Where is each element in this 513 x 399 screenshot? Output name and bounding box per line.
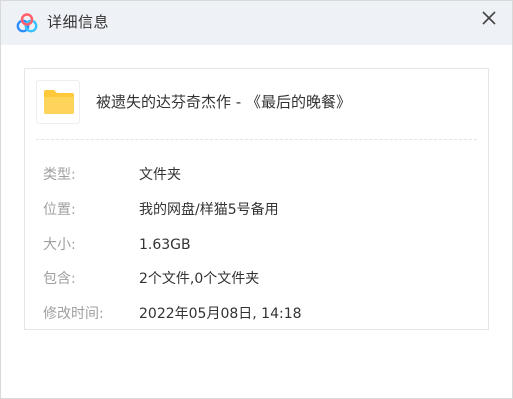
detail-row-type: 类型: 文件夹 bbox=[43, 165, 473, 185]
detail-value: 2022年05月08日, 14:18 bbox=[139, 306, 302, 322]
dialog-titlebar: 详细信息 bbox=[1, 1, 512, 45]
file-name: 被遗失的达芬奇杰作 - 《最后的晚餐》 bbox=[96, 93, 351, 111]
close-icon bbox=[482, 11, 496, 25]
detail-label: 位置: bbox=[43, 202, 76, 218]
detail-row-contains: 包含: 2个文件,0个文件夹 bbox=[43, 269, 473, 289]
detail-label: 类型: bbox=[43, 167, 76, 183]
dialog-title: 详细信息 bbox=[47, 13, 110, 31]
folder-icon bbox=[44, 90, 74, 114]
detail-label: 包含: bbox=[43, 271, 76, 287]
detail-row-modified: 修改时间: 2022年05月08日, 14:18 bbox=[43, 304, 473, 324]
divider bbox=[36, 139, 477, 140]
detail-value: 2个文件,0个文件夹 bbox=[139, 271, 260, 287]
baidu-netdisk-cloud-icon bbox=[15, 13, 39, 33]
detail-row-size: 大小: 1.63GB bbox=[43, 235, 473, 255]
detail-row-location: 位置: 我的网盘/样猫5号备用 bbox=[43, 200, 473, 220]
details-panel: 被遗失的达芬奇杰作 - 《最后的晚餐》 类型: 文件夹 位置: 我的网盘/样猫5… bbox=[24, 68, 489, 330]
details-dialog: 详细信息 被遗失的达芬奇杰作 - 《最后的晚餐》 类型: 文件夹 位置: 我的网… bbox=[0, 0, 513, 399]
detail-label: 大小: bbox=[43, 237, 76, 253]
detail-value: 文件夹 bbox=[139, 167, 181, 183]
file-thumbnail bbox=[36, 80, 80, 124]
close-button[interactable] bbox=[476, 5, 502, 31]
detail-label: 修改时间: bbox=[43, 306, 104, 322]
detail-value: 1.63GB bbox=[139, 237, 191, 253]
detail-value: 我的网盘/样猫5号备用 bbox=[139, 202, 279, 218]
